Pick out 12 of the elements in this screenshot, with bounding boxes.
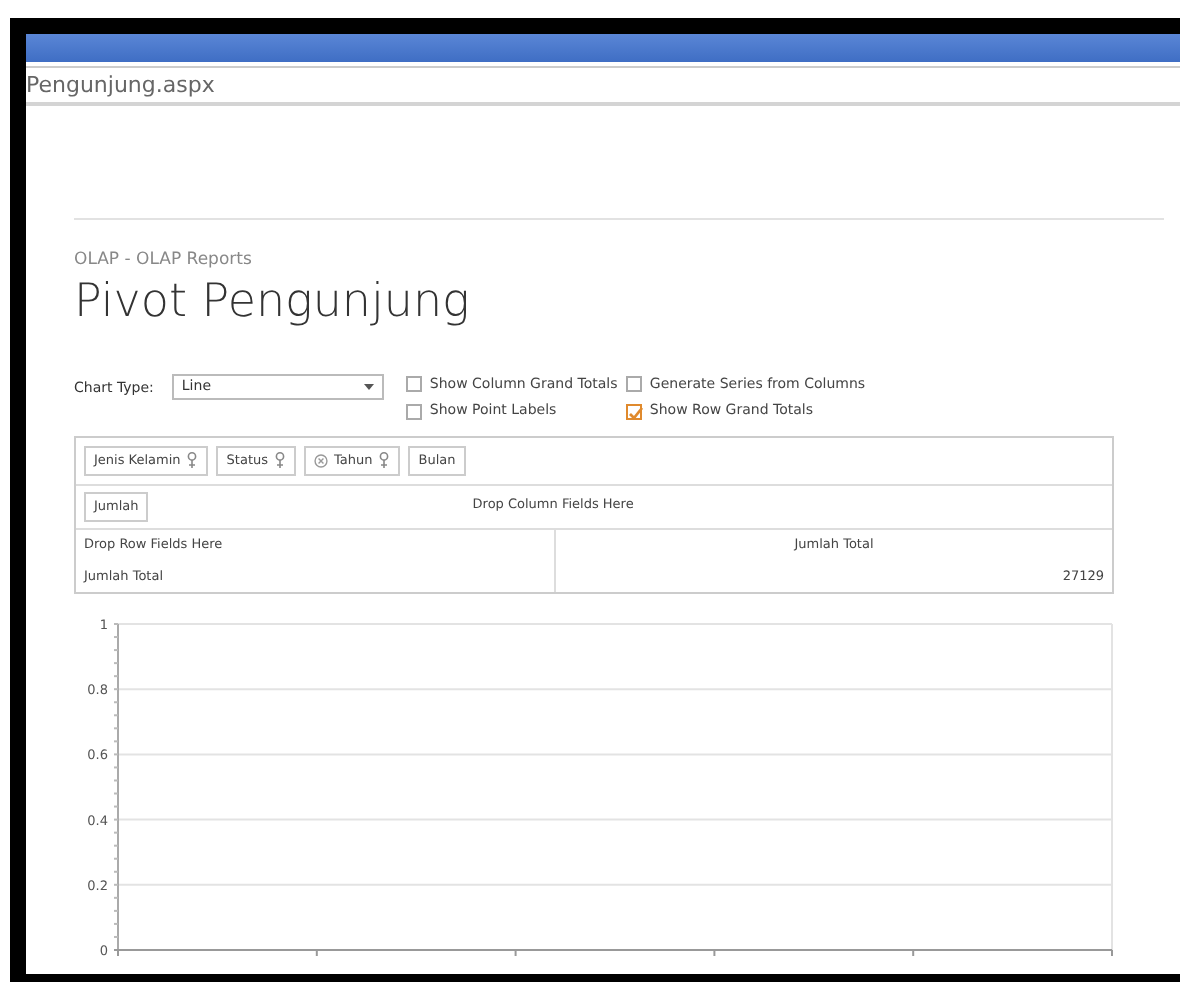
caret-icon [363,383,374,390]
checkbox[interactable] [625,403,642,419]
filter-icon[interactable] [186,452,199,469]
filter-icon[interactable] [274,452,286,469]
address-text[interactable]: Pengunjung.aspx [26,72,215,98]
collapse-icon[interactable] [314,453,328,468]
checkbox[interactable] [625,376,642,392]
filter-icon[interactable] [378,452,391,469]
checkbox[interactable] [405,376,422,392]
breadcrumb[interactable]: OLAP - OLAP Reports [74,248,1116,274]
page-title: Pivot Pengunjung [74,273,472,330]
checkbox[interactable] [405,403,422,419]
